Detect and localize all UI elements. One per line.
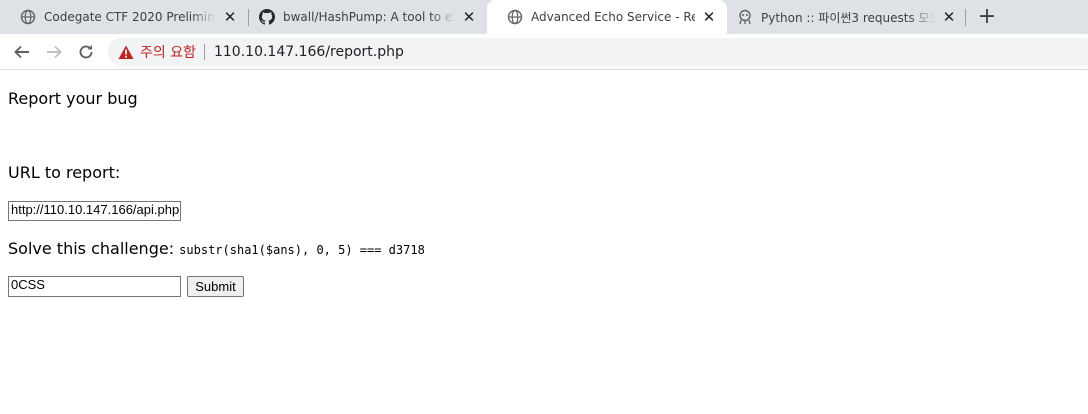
tab-hashpump[interactable]: bwall/HashPump: A tool to exploit ✕ <box>239 0 487 34</box>
tab-python-requests[interactable]: Python :: 파이썬3 requests 모듈 ✕ <box>727 0 967 34</box>
omnibox-divider <box>203 44 205 60</box>
challenge-label: Solve this challenge: <box>8 239 175 258</box>
arrow-right-icon <box>47 45 62 59</box>
globe-icon <box>507 9 523 25</box>
answer-input[interactable]: 0CSS <box>8 276 181 297</box>
browser-toolbar: 주의 요함 110.10.147.166/report.php <box>0 34 1088 70</box>
tab-title: Codegate CTF 2020 Preliminary <box>44 10 216 24</box>
challenge-code: substr(sha1($ans), 0, 5) === d3718 <box>179 243 425 257</box>
submit-button[interactable]: Submit <box>187 276 244 297</box>
plus-icon: + <box>977 4 997 29</box>
reload-button[interactable] <box>73 39 99 65</box>
arrow-left-icon <box>14 45 29 59</box>
blog-icon <box>737 9 753 25</box>
tab-report-active[interactable]: Advanced Echo Service - Report ✕ <box>487 0 727 34</box>
back-button[interactable] <box>9 39 35 65</box>
challenge-line: Solve this challenge: substr(sha1($ans),… <box>8 239 425 258</box>
globe-icon <box>20 9 36 25</box>
close-icon[interactable]: ✕ <box>222 9 238 25</box>
github-icon <box>259 9 275 25</box>
url-text[interactable]: 110.10.147.166/report.php <box>214 44 404 60</box>
new-tab-button[interactable]: + <box>974 4 1000 30</box>
close-icon[interactable]: ✕ <box>941 9 957 25</box>
tab-divider <box>965 9 966 26</box>
tab-strip: Codegate CTF 2020 Preliminary ✕ bwall/Ha… <box>0 0 1088 34</box>
close-icon[interactable]: ✕ <box>701 9 717 25</box>
tab-codegate[interactable]: Codegate CTF 2020 Preliminary ✕ <box>0 0 248 34</box>
close-icon[interactable]: ✕ <box>461 9 477 25</box>
security-warning-label[interactable]: 주의 요함 <box>140 42 196 62</box>
reload-icon <box>79 45 93 59</box>
warning-triangle-icon[interactable] <box>118 44 134 60</box>
forward-button[interactable] <box>41 39 67 65</box>
page-heading: Report your bug <box>8 89 138 108</box>
url-report-input[interactable]: http://110.10.147.166/api.php <box>8 201 181 221</box>
page-content: Report your bug URL to report: http://11… <box>0 71 1088 414</box>
address-bar[interactable]: 주의 요함 110.10.147.166/report.php <box>108 38 1088 66</box>
tab-title: Advanced Echo Service - Report <box>531 10 695 24</box>
tab-title: bwall/HashPump: A tool to exploit <box>283 10 455 24</box>
tab-title: Python :: 파이썬3 requests 모듈 <box>761 10 935 25</box>
url-report-label: URL to report: <box>8 163 121 182</box>
